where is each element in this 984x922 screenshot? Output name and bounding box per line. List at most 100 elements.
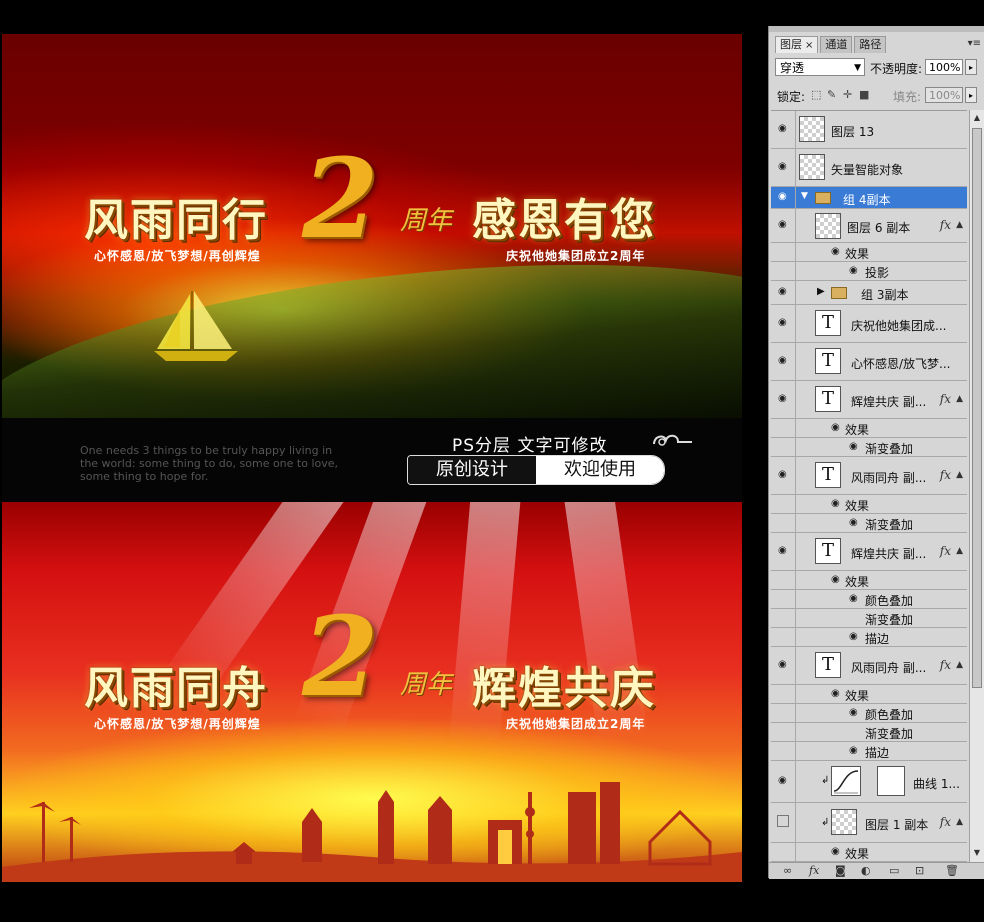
fill-slider-button[interactable]: ▸: [965, 87, 977, 103]
effect-item[interactable]: ◉ 描边: [771, 742, 967, 761]
expand-arrow-icon[interactable]: ▲: [956, 817, 963, 827]
expand-arrow-icon[interactable]: ▲: [956, 220, 963, 230]
fx-icon[interactable]: fx: [940, 218, 951, 232]
effects-row[interactable]: ◉ 效果: [771, 685, 967, 704]
layers-scrollbar[interactable]: ▲ ▼: [969, 110, 984, 862]
tab-layers[interactable]: 图层 ×: [775, 36, 819, 53]
eye-icon[interactable]: ◉: [778, 355, 787, 366]
adjustment-layer-item[interactable]: ◉ ↲ 曲线 1...: [771, 761, 967, 803]
eye-icon[interactable]: ◉: [849, 707, 858, 718]
scroll-down-icon[interactable]: ▼: [972, 848, 982, 858]
layer-item[interactable]: ◉ T 风雨同舟 副... fx ▲: [771, 457, 967, 495]
eye-icon[interactable]: ◉: [849, 593, 858, 604]
layer-item[interactable]: ↲ 图层 1 副本 fx ▲: [771, 803, 967, 843]
effects-row[interactable]: ◉ 效果: [771, 495, 967, 514]
eye-icon[interactable]: ◉: [778, 286, 787, 297]
lock-transparent-icon[interactable]: ⬚: [811, 88, 821, 101]
layer-group[interactable]: ◉ ▶ 组 3副本: [771, 281, 967, 305]
tab-layers-label: 图层: [780, 38, 802, 51]
layer-item[interactable]: ◉ T 庆祝他她集团成...: [771, 305, 967, 343]
document-canvas[interactable]: 风雨同行 2 周年 感恩有您 心怀感恩/放飞梦想/再创辉煌 庆祝他她集团成立2周…: [0, 0, 768, 922]
new-layer-icon[interactable]: ⊡: [915, 864, 924, 877]
eye-icon[interactable]: ◉: [778, 469, 787, 480]
effect-item[interactable]: ◉ 描边: [771, 628, 967, 647]
lock-position-icon[interactable]: ✛: [843, 88, 852, 101]
eye-icon[interactable]: ◉: [778, 317, 787, 328]
fx-icon[interactable]: fx: [940, 468, 951, 482]
effect-item[interactable]: 渐变叠加: [771, 609, 967, 628]
expand-arrow-icon[interactable]: ▲: [956, 394, 963, 404]
panel-titlebar[interactable]: [769, 26, 984, 32]
layer-item[interactable]: ◉ T 心怀感恩/放飞梦...: [771, 343, 967, 381]
fx-icon[interactable]: fx: [940, 658, 951, 672]
close-icon[interactable]: ×: [805, 40, 813, 51]
eye-icon[interactable]: ◉: [831, 688, 840, 699]
add-mask-icon[interactable]: ◙: [835, 864, 846, 877]
expand-arrow-icon[interactable]: ▲: [956, 660, 963, 670]
eye-icon[interactable]: ◉: [849, 441, 858, 452]
layer-item[interactable]: ◉ T 风雨同舟 副... fx ▲: [771, 647, 967, 685]
eye-icon[interactable]: ◉: [831, 574, 840, 585]
layer-item[interactable]: ◉ 矢量智能对象: [771, 149, 967, 187]
eye-icon[interactable]: ◉: [778, 393, 787, 404]
panel-menu-icon[interactable]: ▾≡: [968, 38, 981, 49]
eye-icon[interactable]: ◉: [778, 659, 787, 670]
trash-icon[interactable]: 🗑: [945, 864, 959, 877]
opacity-slider-button[interactable]: ▸: [965, 59, 977, 75]
lock-all-icon[interactable]: ■: [859, 88, 869, 101]
visibility-cell: [771, 495, 796, 513]
layer-item[interactable]: ◉ 图层 6 副本 fx ▲: [771, 209, 967, 243]
lock-image-icon[interactable]: ✎: [827, 88, 836, 101]
effects-row[interactable]: ◉ 效果: [771, 243, 967, 262]
fx-icon[interactable]: fx: [940, 392, 951, 406]
eye-icon[interactable]: ◉: [778, 775, 787, 786]
hidden-visibility-box[interactable]: [777, 815, 789, 827]
visibility-cell: ◉: [771, 533, 796, 570]
effect-item[interactable]: ◉ 投影: [771, 262, 967, 281]
link-layers-icon[interactable]: ∞: [783, 864, 792, 877]
tab-channels[interactable]: 通道: [820, 36, 853, 53]
add-style-icon[interactable]: fx: [809, 864, 819, 877]
eye-icon[interactable]: ◉: [831, 246, 840, 257]
tab-paths[interactable]: 路径: [854, 36, 887, 53]
layer-mask-thumbnail[interactable]: [877, 766, 905, 796]
effects-row[interactable]: ◉ 效果: [771, 843, 967, 862]
eye-icon[interactable]: ◉: [831, 422, 840, 433]
effects-row[interactable]: ◉ 效果: [771, 571, 967, 590]
eye-icon[interactable]: ◉: [778, 161, 787, 172]
layer-item[interactable]: ◉ T 辉煌共庆 副... fx ▲: [771, 533, 967, 571]
new-group-icon[interactable]: ▭: [889, 864, 899, 877]
fx-icon[interactable]: fx: [940, 815, 951, 829]
eye-icon[interactable]: ◉: [778, 123, 787, 134]
fill-field[interactable]: 100%: [925, 87, 963, 103]
fx-icon[interactable]: fx: [940, 544, 951, 558]
eye-icon[interactable]: ◉: [831, 498, 840, 509]
eye-icon[interactable]: ◉: [778, 219, 787, 230]
eye-icon[interactable]: ◉: [849, 517, 858, 528]
eye-icon[interactable]: ◉: [849, 745, 858, 756]
layer-item[interactable]: ◉ T 辉煌共庆 副... fx ▲: [771, 381, 967, 419]
visibility-cell: ◉: [771, 761, 796, 802]
eye-icon[interactable]: ◉: [849, 631, 858, 642]
opacity-field[interactable]: 100%: [925, 59, 963, 75]
eye-icon[interactable]: ◉: [778, 191, 787, 202]
expand-triangle-icon[interactable]: ▶: [817, 286, 825, 297]
expand-arrow-icon[interactable]: ▲: [956, 470, 963, 480]
adjustment-icon[interactable]: ◐: [861, 864, 871, 877]
layer-group-selected[interactable]: ◉ ▼ 组 4副本: [771, 187, 967, 209]
layer-item[interactable]: ◉ 图层 13: [771, 111, 967, 149]
eye-icon[interactable]: ◉: [831, 846, 840, 857]
eye-icon[interactable]: ◉: [778, 545, 787, 556]
eye-icon[interactable]: ◉: [849, 265, 858, 276]
expand-arrow-icon[interactable]: ▲: [956, 546, 963, 556]
effect-item[interactable]: 渐变叠加: [771, 723, 967, 742]
effect-item[interactable]: ◉ 颜色叠加: [771, 590, 967, 609]
scroll-up-icon[interactable]: ▲: [972, 113, 982, 123]
effect-item[interactable]: ◉ 颜色叠加: [771, 704, 967, 723]
effects-row[interactable]: ◉ 效果: [771, 419, 967, 438]
expand-triangle-icon[interactable]: ▼: [801, 191, 808, 201]
scroll-thumb[interactable]: [972, 128, 982, 688]
blend-mode-select[interactable]: 穿透 ▼: [775, 58, 865, 76]
effect-item[interactable]: ◉ 渐变叠加: [771, 438, 967, 457]
effect-item[interactable]: ◉ 渐变叠加: [771, 514, 967, 533]
